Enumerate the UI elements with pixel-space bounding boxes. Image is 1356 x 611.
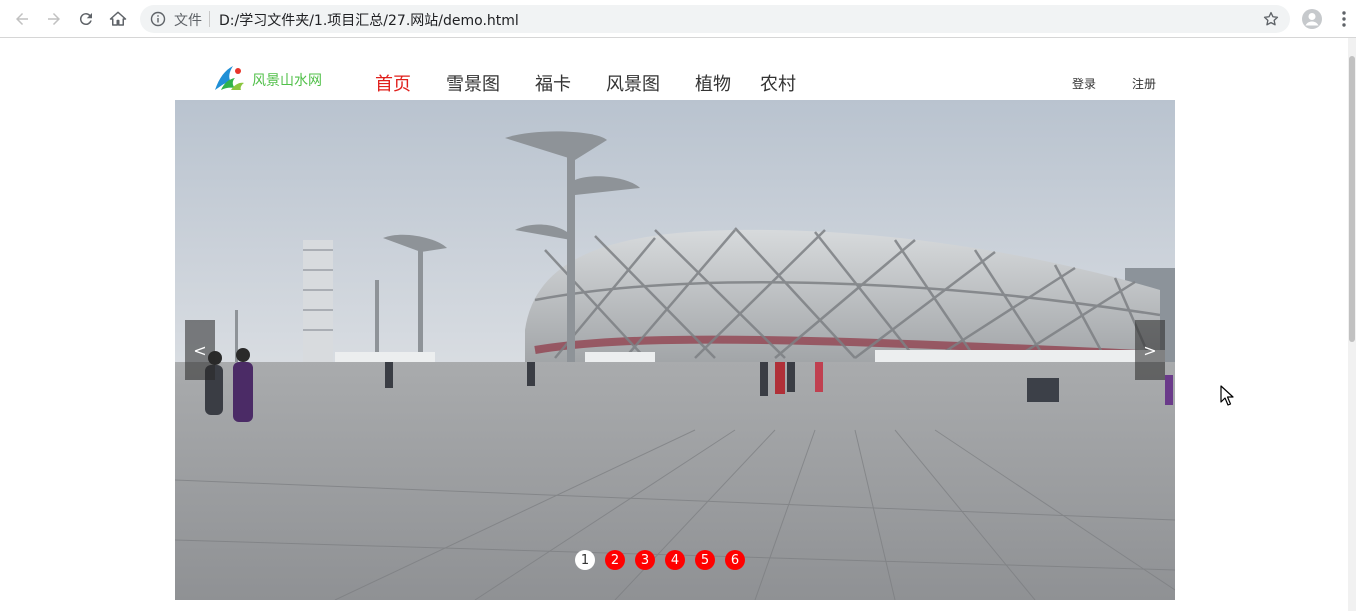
carousel-prev-button[interactable]: <	[185, 320, 215, 380]
carousel-dot[interactable]: 2	[605, 550, 625, 570]
back-button[interactable]	[10, 7, 34, 31]
page-viewport: 风景山水网 首页 雪景图 福卡 风景图 植物 农村 登录 注册 < > 1 2 …	[0, 38, 1348, 611]
site-logo-text[interactable]: 风景山水网	[252, 70, 322, 90]
carousel-slide-image	[175, 100, 1175, 600]
browser-toolbar: 文件 D:/学习文件夹/1.项目汇总/27.网站/demo.html	[0, 0, 1356, 38]
carousel-next-button[interactable]: >	[1135, 320, 1165, 380]
address-bar[interactable]: 文件 D:/学习文件夹/1.项目汇总/27.网站/demo.html	[140, 5, 1290, 33]
nav-item-snow[interactable]: 雪景图	[446, 70, 500, 96]
login-link[interactable]: 登录	[1072, 75, 1096, 92]
file-scheme-label: 文件	[174, 13, 202, 29]
main-nav: 首页 雪景图 福卡 风景图 植物 农村	[375, 70, 796, 96]
site-header: 风景山水网 首页 雪景图 福卡 风景图 植物 农村 登录 注册	[175, 58, 1175, 100]
home-icon	[109, 11, 127, 26]
carousel-pagination: 1 2 3 4 5 6	[575, 550, 755, 570]
bookmark-star-icon[interactable]	[1262, 10, 1280, 28]
scrollbar-thumb[interactable]	[1349, 56, 1355, 342]
address-separator	[209, 11, 210, 27]
profile-avatar-icon[interactable]	[1301, 8, 1323, 30]
carousel-dot[interactable]: 5	[695, 550, 715, 570]
hero-carousel: < > 1 2 3 4 5 6	[175, 100, 1175, 600]
register-link[interactable]: 注册	[1132, 75, 1156, 92]
reload-icon	[79, 13, 92, 26]
reload-button[interactable]	[74, 7, 98, 31]
nav-item-home[interactable]: 首页	[375, 70, 411, 96]
nav-item-fuka[interactable]: 福卡	[535, 70, 571, 96]
mouse-pointer-icon	[1220, 385, 1234, 406]
url-text[interactable]: D:/学习文件夹/1.项目汇总/27.网站/demo.html	[219, 10, 519, 30]
arrow-left-icon	[16, 13, 28, 25]
carousel-dot[interactable]: 3	[635, 550, 655, 570]
home-button[interactable]	[106, 7, 130, 31]
nav-item-village[interactable]: 农村	[760, 70, 796, 96]
vertical-scrollbar[interactable]	[1348, 38, 1356, 611]
forward-button[interactable]	[42, 7, 66, 31]
arrow-right-icon	[48, 13, 60, 25]
carousel-dot[interactable]: 4	[665, 550, 685, 570]
site-logo-icon[interactable]	[213, 64, 245, 92]
info-icon[interactable]	[150, 11, 166, 27]
nav-item-scenery[interactable]: 风景图	[606, 70, 660, 96]
nav-item-plants[interactable]: 植物	[695, 70, 731, 96]
more-vert-icon[interactable]	[1334, 9, 1354, 29]
carousel-dot[interactable]: 6	[725, 550, 745, 570]
carousel-dot[interactable]: 1	[575, 550, 595, 570]
